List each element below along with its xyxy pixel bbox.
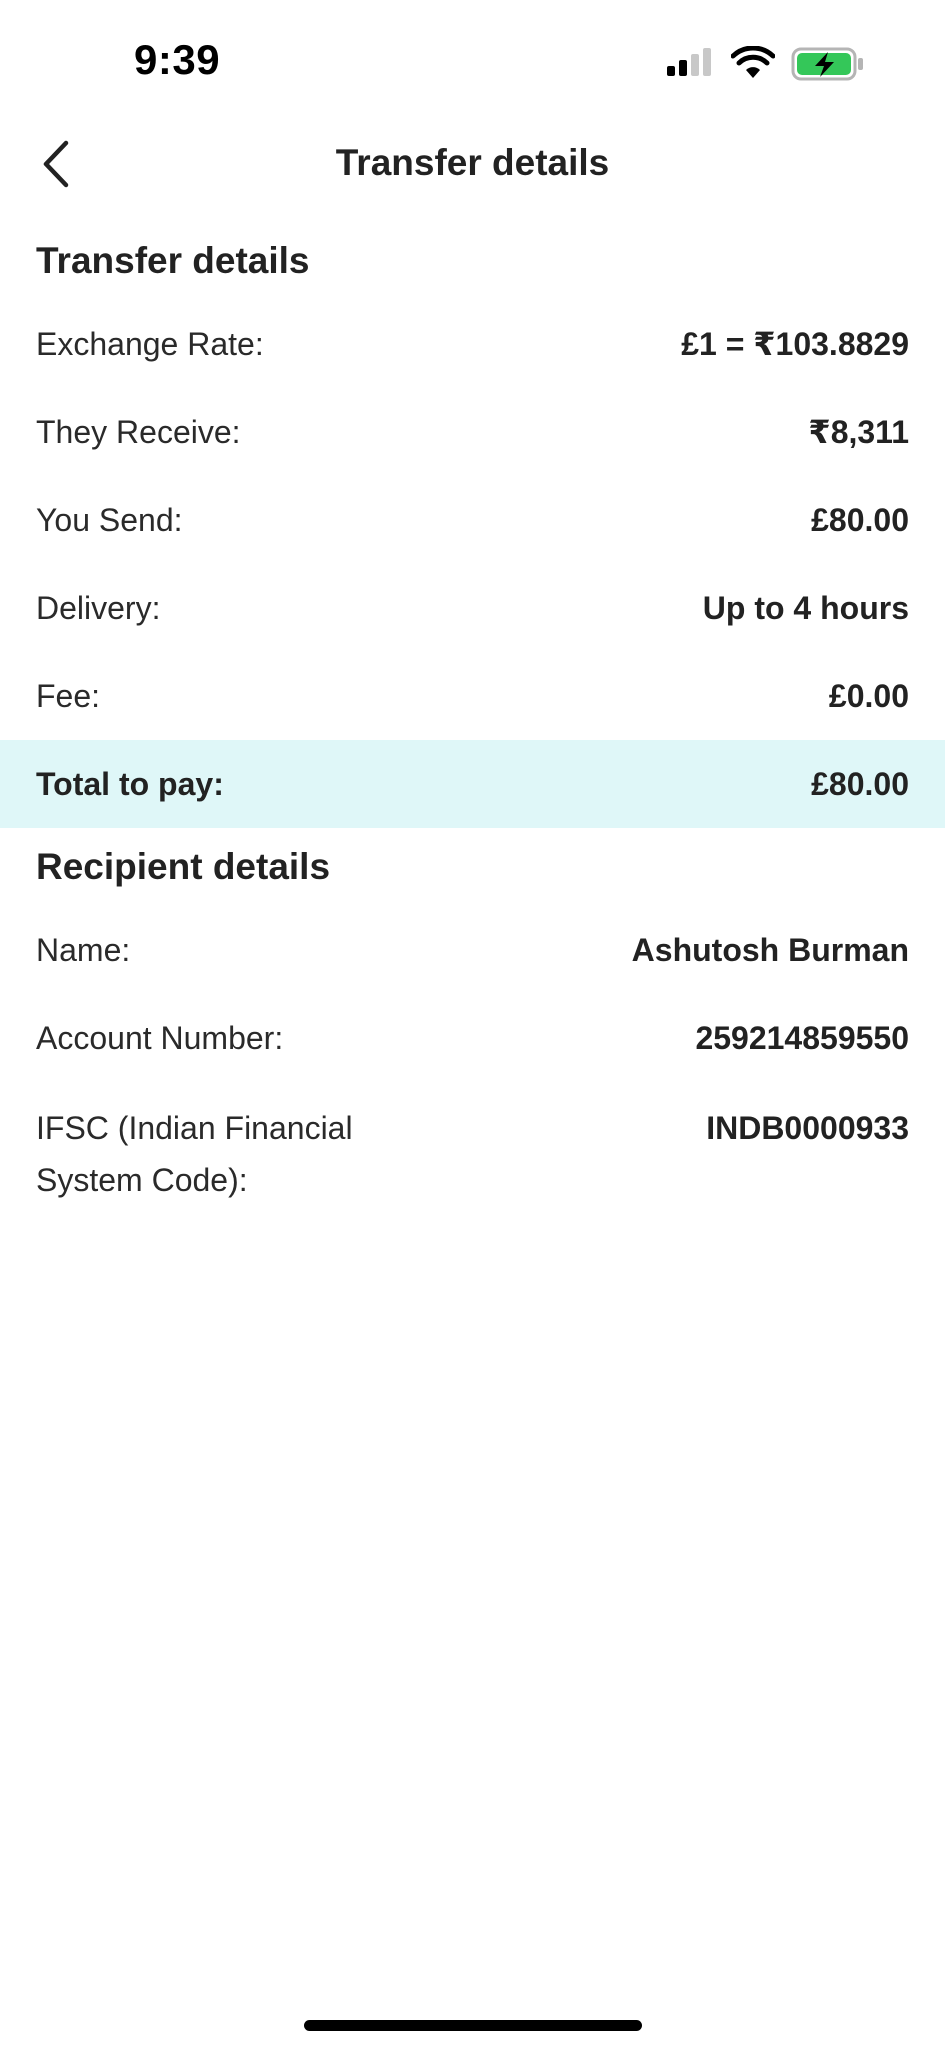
total-label: Total to pay: [36, 765, 224, 802]
row-label: Delivery: [36, 589, 161, 626]
row-value: £1 = ₹103.8829 [681, 326, 909, 362]
row-value: Ashutosh Burman [631, 931, 909, 968]
row-value: £80.00 [811, 501, 909, 538]
recipient-name-row: Name: Ashutosh Burman [0, 906, 945, 994]
row-value: Up to 4 hours [702, 589, 909, 626]
row-label: Exchange Rate: [36, 325, 264, 362]
row-label: Name: [36, 931, 131, 968]
navigation-bar: Transfer details [0, 120, 945, 210]
home-indicator[interactable] [304, 2020, 642, 2031]
transfer-details-heading: Transfer details [36, 240, 310, 281]
transfer-details-screen: 9:39 Transfer details Transfer details E… [0, 0, 945, 2048]
fee-row: Fee: £0.00 [0, 652, 945, 740]
battery-charging-icon [791, 47, 863, 81]
status-time: 9:39 [134, 36, 221, 83]
row-value: ₹8,311 [808, 414, 909, 450]
row-label: You Send: [36, 501, 183, 538]
content: Transfer details Exchange Rate: £1 = ₹10… [0, 222, 945, 1202]
row-label: IFSC (Indian Financial System Code): [36, 1110, 353, 1198]
row-value: 259214859550 [695, 1019, 909, 1056]
they-receive-row: They Receive: ₹8,311 [0, 388, 945, 476]
row-label: Fee: [36, 677, 101, 714]
status-bar: 9:39 [0, 0, 945, 120]
exchange-rate-row: Exchange Rate: £1 = ₹103.8829 [0, 300, 945, 388]
row-value: £0.00 [828, 677, 909, 714]
you-send-row: You Send: £80.00 [0, 476, 945, 564]
wifi-icon [731, 46, 775, 78]
signal-icon [667, 48, 711, 76]
row-label: They Receive: [36, 413, 241, 450]
recipient-details-heading: Recipient details [36, 846, 331, 887]
page-title: Transfer details [335, 142, 610, 183]
row-value: INDB0000933 [706, 1110, 909, 1146]
row-label: Account Number: [36, 1019, 284, 1056]
total-value: £80.00 [811, 765, 909, 802]
ifsc-row: IFSC (Indian Financial System Code): IND… [0, 1082, 945, 1202]
status-icons [665, 46, 865, 82]
account-number-row: Account Number: 259214859550 [0, 994, 945, 1082]
delivery-row: Delivery: Up to 4 hours [0, 564, 945, 652]
total-to-pay-row: Total to pay: £80.00 [0, 740, 945, 828]
